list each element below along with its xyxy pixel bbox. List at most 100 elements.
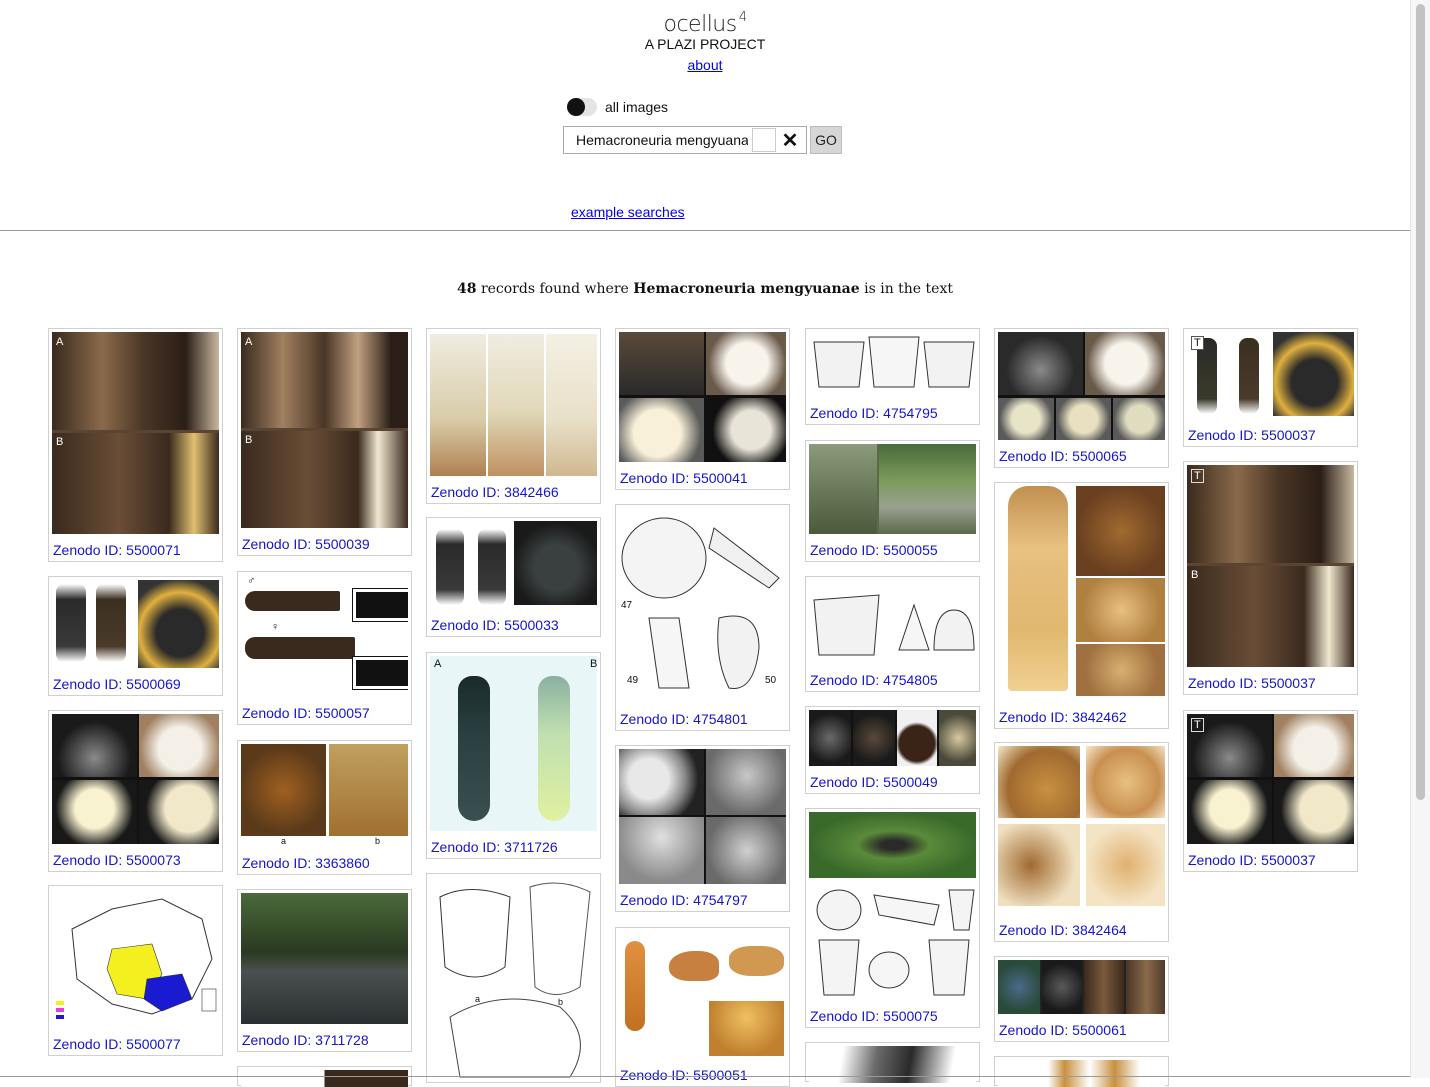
result-caption[interactable]: Zenodo ID: 5500069 <box>52 668 219 692</box>
result-image[interactable] <box>430 521 597 609</box>
result-caption[interactable]: Zenodo ID: 5500037 <box>1187 419 1354 443</box>
result-caption[interactable]: Zenodo ID: 5500039 <box>241 528 408 552</box>
result-card[interactable]: ab <box>426 873 601 1083</box>
result-card[interactable]: Zenodo ID: 4754805 <box>805 576 980 692</box>
result-image[interactable] <box>241 893 408 1024</box>
result-image[interactable] <box>809 812 976 1000</box>
result-caption[interactable]: Zenodo ID: 5500037 <box>1187 844 1354 868</box>
result-image[interactable] <box>619 749 786 884</box>
result-card[interactable]: Zenodo ID: 5500061 <box>994 956 1169 1042</box>
distribution-map <box>56 898 217 1019</box>
result-image[interactable] <box>619 931 786 1059</box>
vertical-scrollbar[interactable] <box>1410 0 1430 1078</box>
result-card[interactable]: Zenodo ID: 5500051 <box>615 927 790 1087</box>
result-caption[interactable]: Zenodo ID: 4754805 <box>809 664 976 688</box>
result-image[interactable] <box>52 889 219 1028</box>
result-caption[interactable]: Zenodo ID: 5500033 <box>430 609 597 633</box>
result-caption[interactable]: Zenodo ID: 5500075 <box>809 1000 976 1024</box>
result-caption[interactable]: Zenodo ID: 3842464 <box>998 914 1165 938</box>
result-caption[interactable]: Zenodo ID: 5500055 <box>809 534 976 558</box>
result-caption[interactable]: Zenodo ID: 5500073 <box>52 844 219 868</box>
svg-text:47: 47 <box>621 600 633 611</box>
result-card[interactable]: Zenodo ID: 3842466 <box>426 328 601 504</box>
result-image[interactable]: ♂ ♀ <box>241 575 408 697</box>
result-caption[interactable]: Zenodo ID: 5500041 <box>619 462 786 486</box>
result-caption[interactable]: Zenodo ID: 4754801 <box>619 703 786 727</box>
search-input[interactable] <box>564 132 748 148</box>
result-card[interactable]: Zenodo ID: 5500077 <box>48 885 223 1056</box>
result-image[interactable] <box>809 580 976 664</box>
result-caption[interactable]: Zenodo ID: 4754797 <box>619 884 786 908</box>
result-card[interactable]: AB Zenodo ID: 5500039 <box>237 328 412 556</box>
result-card[interactable]: Zenodo ID: 5500041 <box>615 328 790 490</box>
all-images-toggle-row: all images <box>567 98 668 116</box>
result-card[interactable]: Zenodo ID: 4754795 <box>805 328 980 425</box>
clear-search-button[interactable]: ✕ <box>776 128 804 153</box>
result-caption[interactable]: Zenodo ID: 5500037 <box>1187 667 1354 691</box>
result-caption[interactable]: Zenodo ID: 5500065 <box>998 440 1165 464</box>
scrollbar-thumb[interactable] <box>1416 4 1425 800</box>
result-caption[interactable]: Zenodo ID: 5500061 <box>998 1014 1165 1038</box>
result-image[interactable] <box>52 714 219 844</box>
result-image[interactable] <box>809 444 976 534</box>
result-card[interactable]: ab Zenodo ID: 3363860 <box>237 740 412 875</box>
result-image[interactable] <box>241 1070 408 1087</box>
result-caption[interactable]: Zenodo ID: 3711728 <box>241 1024 408 1048</box>
result-card[interactable]: T Zenodo ID: 5500037 <box>1183 328 1358 447</box>
result-card[interactable]: Zenodo ID: 5500033 <box>426 517 601 637</box>
result-image[interactable]: AB <box>52 332 219 534</box>
result-image[interactable]: 47 49 50 <box>619 508 786 703</box>
result-card[interactable]: ♂ ♀ Zenodo ID: 5500057 <box>237 571 412 725</box>
result-card[interactable]: Zenodo ID: 5500055 <box>805 440 980 562</box>
result-image[interactable] <box>430 332 597 476</box>
result-image[interactable] <box>809 332 976 397</box>
result-image[interactable] <box>809 1046 976 1083</box>
result-caption[interactable]: Zenodo ID: 5500057 <box>241 697 408 721</box>
result-card[interactable]: Zenodo ID: 3842462 <box>994 482 1169 729</box>
result-image[interactable] <box>52 580 219 668</box>
result-card[interactable]: Zenodo ID: 5500073 <box>48 710 223 872</box>
result-caption[interactable]: Zenodo ID: 3711726 <box>430 831 597 855</box>
result-card[interactable]: Zenodo ID: 3842464 <box>994 742 1169 942</box>
all-images-toggle[interactable] <box>567 98 597 116</box>
about-link[interactable]: about <box>687 57 722 73</box>
result-card[interactable]: Zenodo ID: 5500075 <box>805 808 980 1028</box>
result-image[interactable] <box>998 332 1165 440</box>
result-image[interactable]: T <box>1187 714 1354 844</box>
result-card[interactable]: AB Zenodo ID: 3711726 <box>426 652 601 859</box>
example-searches-link[interactable]: example searches <box>571 204 685 220</box>
result-image[interactable]: AB <box>241 332 408 528</box>
result-caption[interactable]: Zenodo ID: 5500077 <box>52 1028 219 1052</box>
result-caption[interactable]: Zenodo ID: 3363860 <box>241 847 408 871</box>
result-image[interactable]: ab <box>430 877 597 1082</box>
result-card[interactable]: 47 49 50 Zenodo ID: 4754801 <box>615 504 790 731</box>
result-card[interactable]: Zenodo ID: 5500049 <box>805 706 980 794</box>
result-card[interactable]: Zenodo ID: 4754797 <box>615 745 790 912</box>
bottom-divider <box>0 1076 1410 1077</box>
result-caption[interactable]: Zenodo ID: 5500071 <box>52 534 219 558</box>
result-image[interactable] <box>809 710 976 766</box>
go-button[interactable]: GO <box>810 126 842 154</box>
result-image[interactable] <box>998 960 1165 1014</box>
result-caption[interactable]: Zenodo ID: 3842466 <box>430 476 597 500</box>
result-card[interactable] <box>994 1056 1169 1087</box>
result-card[interactable]: Zenodo ID: 5500069 <box>48 576 223 696</box>
result-image[interactable] <box>619 332 786 462</box>
result-caption[interactable]: Zenodo ID: 3842462 <box>998 701 1165 725</box>
search-bar: ✕ GO <box>563 126 842 154</box>
result-image[interactable] <box>998 746 1165 914</box>
result-image[interactable]: AB <box>430 656 597 831</box>
result-image[interactable]: T <box>1187 332 1354 419</box>
result-image[interactable] <box>998 486 1165 701</box>
result-card[interactable]: Zenodo ID: 3711728 <box>237 889 412 1052</box>
result-image[interactable]: TB <box>1187 465 1354 667</box>
result-card[interactable]: T Zenodo ID: 5500037 <box>1183 710 1358 872</box>
result-caption[interactable]: Zenodo ID: 5500049 <box>809 766 976 790</box>
result-card[interactable]: TB Zenodo ID: 5500037 <box>1183 461 1358 695</box>
result-card[interactable]: Zenodo ID: 5500065 <box>994 328 1169 468</box>
result-card[interactable]: AB Zenodo ID: 5500071 <box>48 328 223 562</box>
result-image[interactable]: ab <box>241 744 408 847</box>
result-caption[interactable]: Zenodo ID: 4754795 <box>809 397 976 421</box>
result-caption[interactable]: Zenodo ID: 5500051 <box>619 1059 786 1083</box>
result-image[interactable] <box>998 1060 1165 1087</box>
